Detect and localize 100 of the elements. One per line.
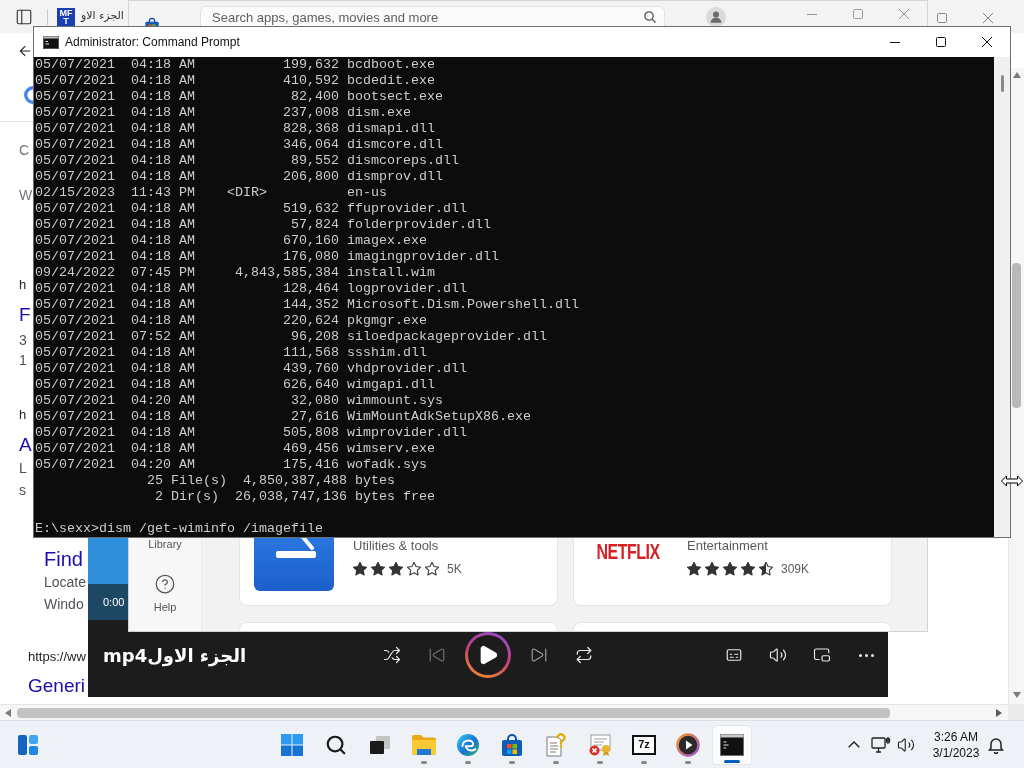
result-snippet: L (19, 459, 27, 478)
result-url: h (19, 406, 27, 424)
app-card[interactable]: NETFLIX Entertainment 309K (573, 538, 892, 606)
repeat-icon (575, 646, 593, 664)
play-circle-icon (676, 732, 700, 757)
console-line: 05/07/2021 04:20 AM 32,080 wimmount.sys (35, 393, 443, 409)
console-line: 05/07/2021 04:18 AM 519,632 ffuprovider.dll (35, 201, 467, 217)
sitelink-title-link[interactable]: Find (44, 546, 83, 572)
terminal-icon (720, 733, 744, 756)
certificate-icon (587, 732, 613, 757)
clock-time: 3:26 AM (934, 728, 978, 745)
console-line: 05/07/2021 04:18 AM 128,464 logprovider.dll (35, 281, 467, 297)
scrollbar-thumb[interactable] (1000, 75, 1004, 92)
search-icon (644, 11, 656, 23)
document-help-icon (544, 732, 568, 757)
app-category: Entertainment (687, 539, 769, 553)
result-text: W (19, 186, 33, 205)
maximize-icon (936, 37, 946, 47)
avatar-icon[interactable] (706, 7, 726, 27)
sitelink-snippet: Windo (44, 595, 84, 614)
close-icon (899, 9, 909, 19)
console-line: 02/15/2023 11:43 PM <DIR> en-us (35, 185, 387, 201)
console-line: 05/07/2021 04:18 AM 670,160 imagex.exe (35, 233, 427, 249)
app-category: Utilities & tools (353, 539, 440, 553)
console-line: 05/07/2021 04:18 AM 27,616 WimMountAdkSetupX86.exe (35, 409, 531, 425)
captions-icon (725, 646, 743, 664)
logo-icon (24, 85, 33, 104)
vertical-scrollbar[interactable] (994, 57, 1010, 537)
mini-player-button[interactable] (812, 645, 832, 665)
play-button[interactable] (465, 632, 511, 678)
mini-player-icon (813, 646, 831, 664)
scroll-right-arrow-icon[interactable] (996, 708, 1002, 717)
volume-button[interactable] (768, 645, 788, 665)
shuffle-button[interactable] (382, 645, 402, 665)
console-line: 05/07/2021 04:18 AM 57,824 folderprovider.dll (35, 217, 491, 233)
console-line: 05/07/2021 04:18 AM 206,800 dismprov.dll (35, 169, 443, 185)
star-icon (425, 562, 439, 576)
nav-item[interactable]: Library (148, 537, 182, 551)
task-view-icon (369, 733, 391, 756)
console-line: 05/07/2021 04:18 AM 111,568 ssshim.dll (35, 345, 427, 361)
favicon: MFT (57, 7, 75, 26)
help-icon (155, 574, 175, 594)
timestamp: 0:00 (103, 594, 125, 610)
result-title-link[interactable]: A (19, 432, 32, 458)
result-url: h (19, 276, 27, 294)
next-icon (530, 646, 548, 664)
search-field[interactable]: Search apps, games, movies and more (200, 6, 665, 27)
shuffle-icon (383, 646, 401, 664)
console-line: 09/24/2022 07:45 PM 4,843,585,384 install.wim (35, 265, 435, 281)
terminal-icon (43, 35, 59, 49)
volume-icon (897, 735, 915, 754)
previous-button[interactable] (427, 645, 447, 665)
widgets-icon (17, 733, 39, 756)
minimize-icon (890, 41, 900, 43)
star-icon (353, 562, 367, 576)
window-title: Administrator: Command Prompt (65, 34, 240, 51)
console-line: 05/07/2021 04:18 AM 176,080 imagingprovider.dll (35, 249, 499, 265)
console-line: 05/07/2021 04:18 AM 505,808 wimprovider.dll (35, 425, 467, 441)
clock-date: 3/1/2023 (932, 744, 980, 761)
star-icon (687, 562, 701, 576)
rating-count: 309K (781, 561, 810, 578)
taskbar-button[interactable] (712, 724, 752, 765)
swirl-icon (456, 732, 480, 757)
start-icon (281, 733, 303, 756)
console-line: 05/07/2021 04:18 AM 82,400 bootsect.exe (35, 89, 443, 105)
result-url: https://ww (28, 648, 86, 666)
console-line: 25 File(s) 4,850,387,488 bytes (145, 473, 395, 489)
repeat-button[interactable] (574, 645, 594, 665)
scroll-down-arrow-icon[interactable] (1012, 692, 1021, 698)
console-line: 05/07/2021 04:18 AM 410,592 bcdedit.exe (35, 73, 435, 89)
console-line: 05/07/2021 07:52 AM 96,208 siloedpackageprovider.dll (35, 329, 547, 345)
console-line: 05/07/2021 04:18 AM 237,008 dism.exe (35, 105, 411, 121)
star-icon (705, 562, 719, 576)
scroll-left-arrow-icon[interactable] (5, 708, 11, 717)
chevron-up-icon (848, 741, 860, 748)
sitelink-snippet: Locate (44, 573, 87, 592)
next-button[interactable] (529, 645, 549, 665)
star-icon (741, 562, 755, 576)
network-button[interactable] (871, 734, 891, 755)
close-icon (982, 37, 992, 47)
result-title-link[interactable]: F (19, 302, 31, 328)
app-card[interactable]: Utilities & tools 5K (239, 538, 558, 606)
star-icon (759, 562, 773, 576)
scrollbar-thumb[interactable] (1012, 263, 1021, 408)
console-line: 05/07/2021 04:18 AM 89,552 dismcoreps.dll (35, 153, 459, 169)
result-snippet: s (19, 481, 26, 500)
scroll-up-arrow-icon[interactable] (1012, 72, 1021, 78)
scrollbar-thumb[interactable] (17, 707, 890, 718)
monitor-icon (871, 735, 891, 754)
nav-item[interactable]: Help (153, 574, 177, 614)
taskbar-button[interactable]: 7z (624, 724, 664, 765)
horizontal-scrollbar[interactable] (0, 704, 1008, 720)
close-icon (983, 12, 993, 23)
console-line: 05/07/2021 04:18 AM 199,632 bcdboot.exe (35, 57, 435, 73)
console-line: 2 Dir(s) 26,038,747,136 bytes free (153, 489, 435, 505)
star-icon (389, 562, 403, 576)
media-title: mp4الجزء الاول (102, 643, 247, 669)
result-title-link[interactable]: Generi (28, 673, 86, 699)
logo-wordmark: NETFLIX (596, 539, 660, 565)
clock-button[interactable]: 3:26 AM 3/1/2023 (926, 728, 986, 761)
